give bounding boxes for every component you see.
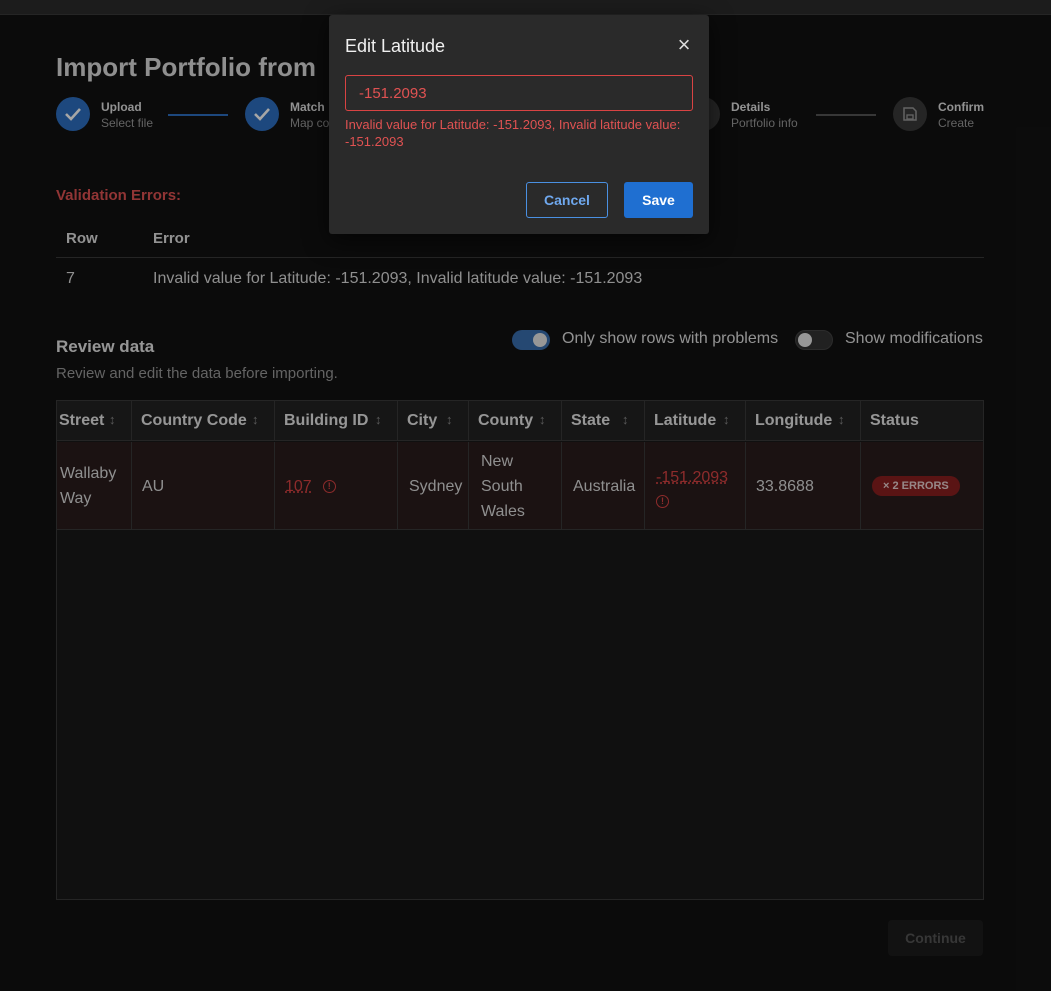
cancel-button[interactable]: Cancel [526, 182, 608, 218]
save-button[interactable]: Save [624, 182, 693, 218]
dialog-error-message: Invalid value for Latitude: -151.2093, I… [345, 117, 681, 149]
dialog-title: Edit Latitude [345, 36, 446, 56]
latitude-input[interactable] [345, 75, 693, 111]
edit-latitude-dialog: Edit Latitude × Invalid value for Latitu… [329, 15, 709, 234]
close-icon[interactable]: × [673, 34, 695, 57]
